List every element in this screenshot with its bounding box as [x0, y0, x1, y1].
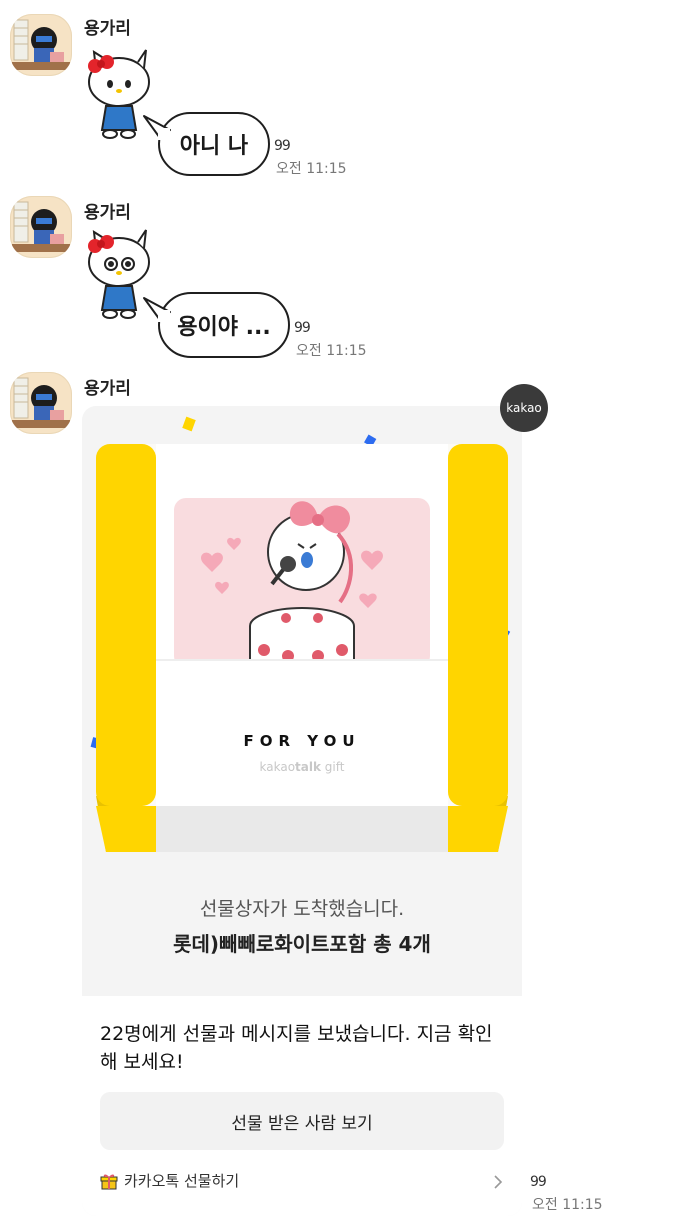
- avatar[interactable]: [10, 196, 72, 258]
- for-you-label: FOR YOU: [243, 732, 361, 750]
- speech-bubble[interactable]: 아니 나: [158, 112, 270, 176]
- unread-count: 99: [274, 138, 291, 154]
- kakao-badge: kakao: [500, 384, 548, 432]
- avatar-image: [12, 377, 70, 428]
- speech-bubble[interactable]: 용이야 ...: [158, 292, 290, 358]
- sender-name: 용가리: [84, 203, 131, 223]
- kakaotalk-gift-label: 카카오톡 선물하기: [124, 1172, 240, 1190]
- message-text: 아니 나: [179, 134, 249, 159]
- bubble-tail: [143, 115, 171, 140]
- kakaotalk-gift-logo: kakaotalk gift: [259, 760, 345, 774]
- chevron-right-icon[interactable]: [492, 1174, 504, 1190]
- unread-count: 99: [294, 320, 311, 336]
- sender-name: 용가리: [84, 19, 131, 39]
- bubble-tail: [143, 297, 171, 322]
- avatar-image: [12, 201, 70, 252]
- sender-name: 용가리: [84, 379, 131, 399]
- gift-card[interactable]: FOR YOU kakaotalk gift 선물상자가 도착했습니다. 롯데)…: [82, 406, 522, 1216]
- message-time: 오전 11:15: [532, 1197, 603, 1213]
- view-recipients-button[interactable]: 선물 받은 사람 보기: [100, 1092, 504, 1150]
- gift-message: 22명에게 선물과 메시지를 보냈습니다. 지금 확인해 보세요!: [100, 1023, 493, 1073]
- message-text: 용이야 ...: [177, 315, 271, 340]
- avatar[interactable]: [10, 14, 72, 76]
- gift-product-name: 롯데)빼빼로화이트포함 총 4개: [173, 932, 431, 956]
- gift-arrived-text: 선물상자가 도착했습니다.: [199, 898, 405, 920]
- kakaotalk-gift-link[interactable]: 카카오톡 선물하기: [100, 1170, 239, 1191]
- message-time: 오전 11:15: [276, 161, 347, 177]
- avatar-image: [12, 19, 70, 70]
- gift-box-illustration: [90, 416, 511, 852]
- message-time: 오전 11:15: [296, 343, 367, 359]
- unread-count: 99: [530, 1174, 547, 1190]
- gift-icon: [100, 1174, 118, 1189]
- avatar[interactable]: [10, 372, 72, 434]
